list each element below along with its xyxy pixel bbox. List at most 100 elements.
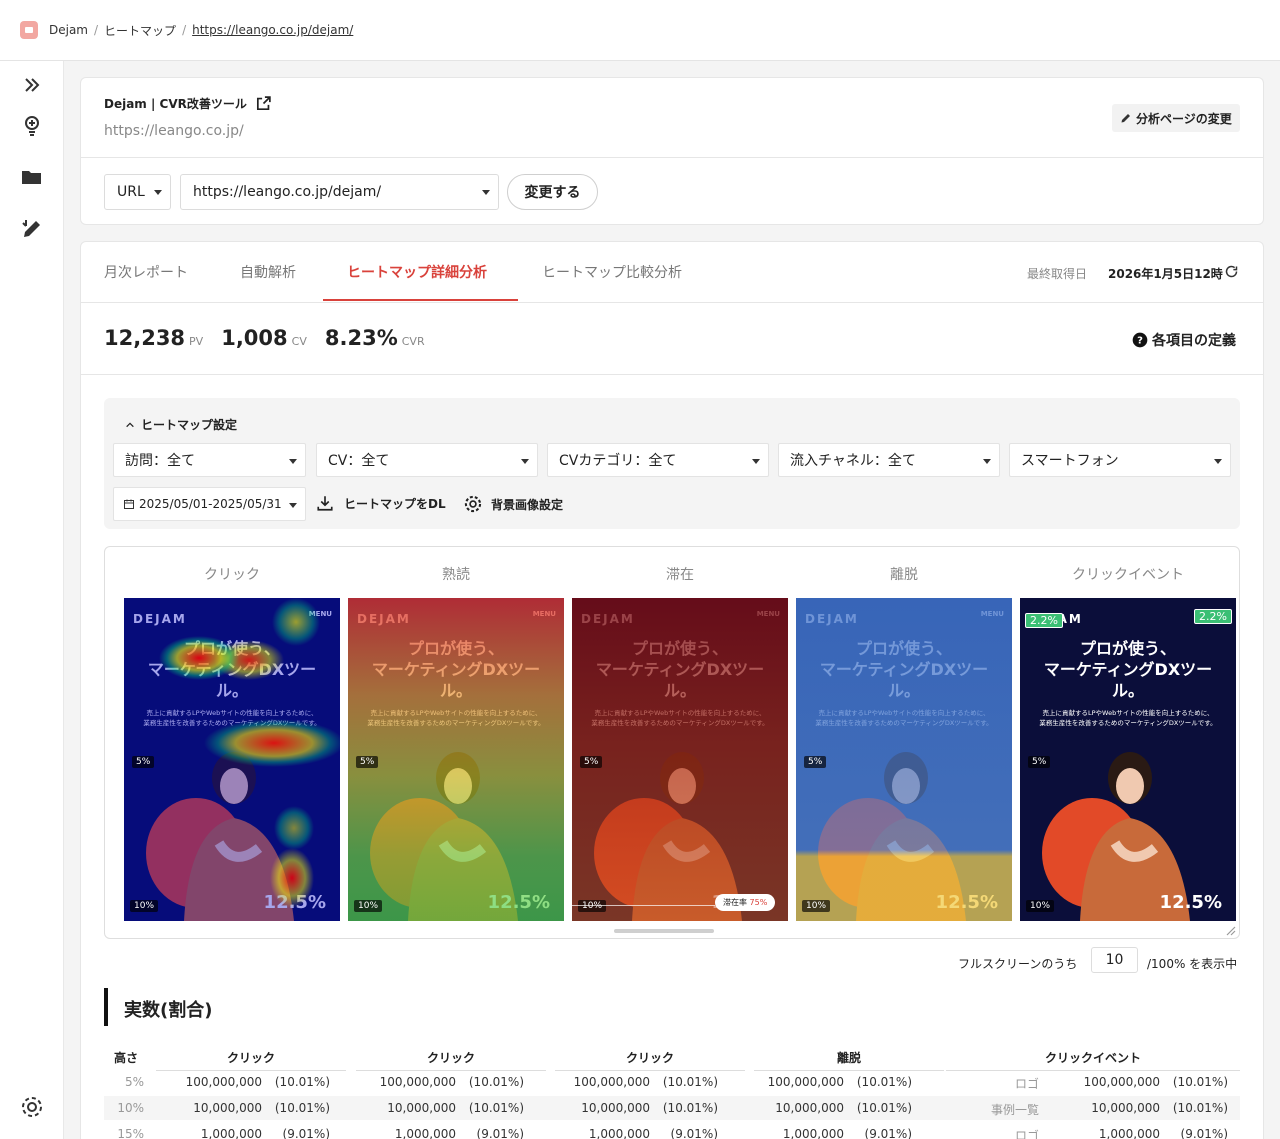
url-select[interactable]: https://leango.co.jp/dejam/ [180,174,499,210]
cell-p1: (10.01%) [274,1075,330,1089]
external-link-icon[interactable] [255,95,272,112]
fullscreen-suffix: /100% を表示中 [1147,957,1238,971]
active-tab-indicator [323,299,518,301]
event-badge-logo[interactable]: 2.2% [1025,613,1063,628]
definitions-link[interactable]: ? 各項目の定義 [1132,330,1236,350]
background-settings-button[interactable]: 背景画像設定 [463,494,563,514]
marker-5: 5% [1028,756,1051,768]
site-name: Dejam | CVR改善ツール [104,97,247,111]
cell-p4: (9.01%) [864,1127,912,1139]
download-icon [317,496,333,511]
heat-overlay [796,598,1012,921]
cell-c1: 100,000,000 [185,1075,262,1089]
download-heatmap-button[interactable]: ヒートマップをDL [316,494,446,512]
date-range-select[interactable]: 2025/05/01-2025/05/31 [113,487,306,521]
edit-icon[interactable] [20,217,44,241]
dwell-rate-badge: 滞在率 75% [715,894,776,911]
cell-p2: (9.01%) [476,1127,524,1139]
cell-p3: (10.01%) [662,1075,718,1089]
breadcrumb: Dejam / ヒートマップ / https://leango.co.jp/de… [49,22,354,39]
cell-p4: (10.01%) [856,1075,912,1089]
tab-heatmap-compare[interactable]: ヒートマップ比較分析 [542,262,682,282]
table-title: 実数(割合) [124,1000,213,1021]
cvr-value: 8.23% [324,326,398,350]
cell-height: 15% [117,1127,144,1139]
heat-overlay [348,598,564,921]
change-page-button[interactable]: 分析ページの変更 [1112,104,1240,132]
heatmap-click[interactable]: DEJAMMENUプロが使う、マーケティングDXツール。売上に貢献するLPやWe… [124,598,340,921]
header-click-1: クリック [156,1049,346,1071]
heatmap-stay[interactable]: DEJAMMENUプロが使う、マーケティングDXツール。売上に貢献するLPやWe… [572,598,788,921]
marker-5: 5% [356,756,379,768]
cell-ev: 事例一覧 [990,1103,1039,1117]
settings-toggle[interactable]: ヒートマップ設定 [124,416,237,433]
folder-icon[interactable] [20,165,44,189]
cell-p2: (10.01%) [468,1101,524,1115]
column-exit: 離脱 [890,567,918,583]
tab-heatmap-detail[interactable]: ヒートマップ詳細分析 [347,262,487,282]
cell-p5: (9.01%) [1180,1127,1228,1139]
cell-c1: 10,000,000 [193,1101,262,1115]
header-click-event: クリックイベント [946,1049,1240,1071]
cell-c5: 1,000,000 [1098,1127,1160,1139]
calendar-icon [124,499,134,509]
fullscreen-percent-input[interactable]: 10 [1091,947,1138,973]
url-type-select[interactable]: URL [104,174,171,210]
app-logo-icon[interactable] [20,21,38,39]
cell-p2: (10.01%) [468,1075,524,1089]
horizontal-scrollbar[interactable] [614,929,714,933]
cell-c5: 10,000,000 [1091,1101,1160,1115]
cell-c2: 10,000,000 [387,1101,456,1115]
svg-text:?: ? [1137,335,1143,346]
cell-p5: (10.01%) [1172,1075,1228,1089]
apply-url-button[interactable]: 変更する [507,174,598,210]
last-fetch-value: 2026年1月5日12時 [1108,267,1223,281]
settings-icon[interactable] [20,1095,44,1119]
sidebar [0,61,64,1139]
marker-5: 5% [580,756,603,768]
heat-overlay [124,598,340,921]
filter-channel[interactable]: 流入チャネル：全て [778,443,1000,477]
header-height: 高さ [114,1051,139,1065]
tab-auto-analysis[interactable]: 自動解析 [240,262,296,282]
tab-monthly-report[interactable]: 月次レポート [104,262,188,282]
heatmap-click-event[interactable]: DEJAMMENUプロが使う、マーケティングDXツール。売上に貢献するLPやWe… [1020,598,1236,921]
breadcrumb-app[interactable]: Dejam [49,23,88,37]
filter-cv-category[interactable]: CVカテゴリ：全て [547,443,769,477]
expand-icon[interactable] [20,73,44,97]
heat-overlay [572,598,788,921]
cell-p1: (9.01%) [282,1127,330,1139]
refresh-icon[interactable] [1224,264,1239,279]
filter-visit[interactable]: 訪問：全て [113,443,306,477]
table-row: 5% 100,000,000 (10.01%) 100,000,000 (10.01%)… [104,1070,1240,1094]
cell-p4: (10.01%) [856,1101,912,1115]
column-click: クリック [204,567,260,583]
header-click-2: クリック [356,1049,546,1071]
cell-c4: 10,000,000 [775,1101,844,1115]
marker-5: 5% [804,756,827,768]
filter-cv[interactable]: CV：全て [316,443,538,477]
resize-icon[interactable] [1224,924,1236,936]
breadcrumb-url[interactable]: https://leango.co.jp/dejam/ [192,23,353,37]
dwell-line [572,905,715,906]
cell-p3: (9.01%) [670,1127,718,1139]
cell-ev: ロゴ [1014,1077,1039,1091]
cell-p5: (10.01%) [1172,1101,1228,1115]
heatmap-read[interactable]: DEJAMMENUプロが使う、マーケティングDXツール。売上に貢献するLPやWe… [348,598,564,921]
marker-10: 10% [130,900,159,912]
cell-c2: 100,000,000 [379,1075,456,1089]
pv-value: 12,238 [104,326,186,350]
cvr-unit: CVR [401,335,425,348]
heatmap-exit[interactable]: DEJAMMENUプロが使う、マーケティングDXツール。売上に貢献するLPやWe… [796,598,1012,921]
event-badge-menu[interactable]: 2.2% [1194,609,1232,624]
cell-c3: 100,000,000 [573,1075,650,1089]
marker-10: 10% [578,900,607,912]
last-fetch-label: 最終取得日 [1027,267,1088,281]
table-row: 15% 1,000,000 (9.01%) 1,000,000 (9.01%) 1,000… [104,1122,1240,1139]
cell-p3: (10.01%) [662,1101,718,1115]
filter-device[interactable]: スマートフォン [1009,443,1231,477]
cell-c4: 100,000,000 [767,1075,844,1089]
cv-unit: CV [291,335,307,348]
breadcrumb-section[interactable]: ヒートマップ [104,22,176,39]
lightbulb-icon[interactable] [20,113,44,137]
